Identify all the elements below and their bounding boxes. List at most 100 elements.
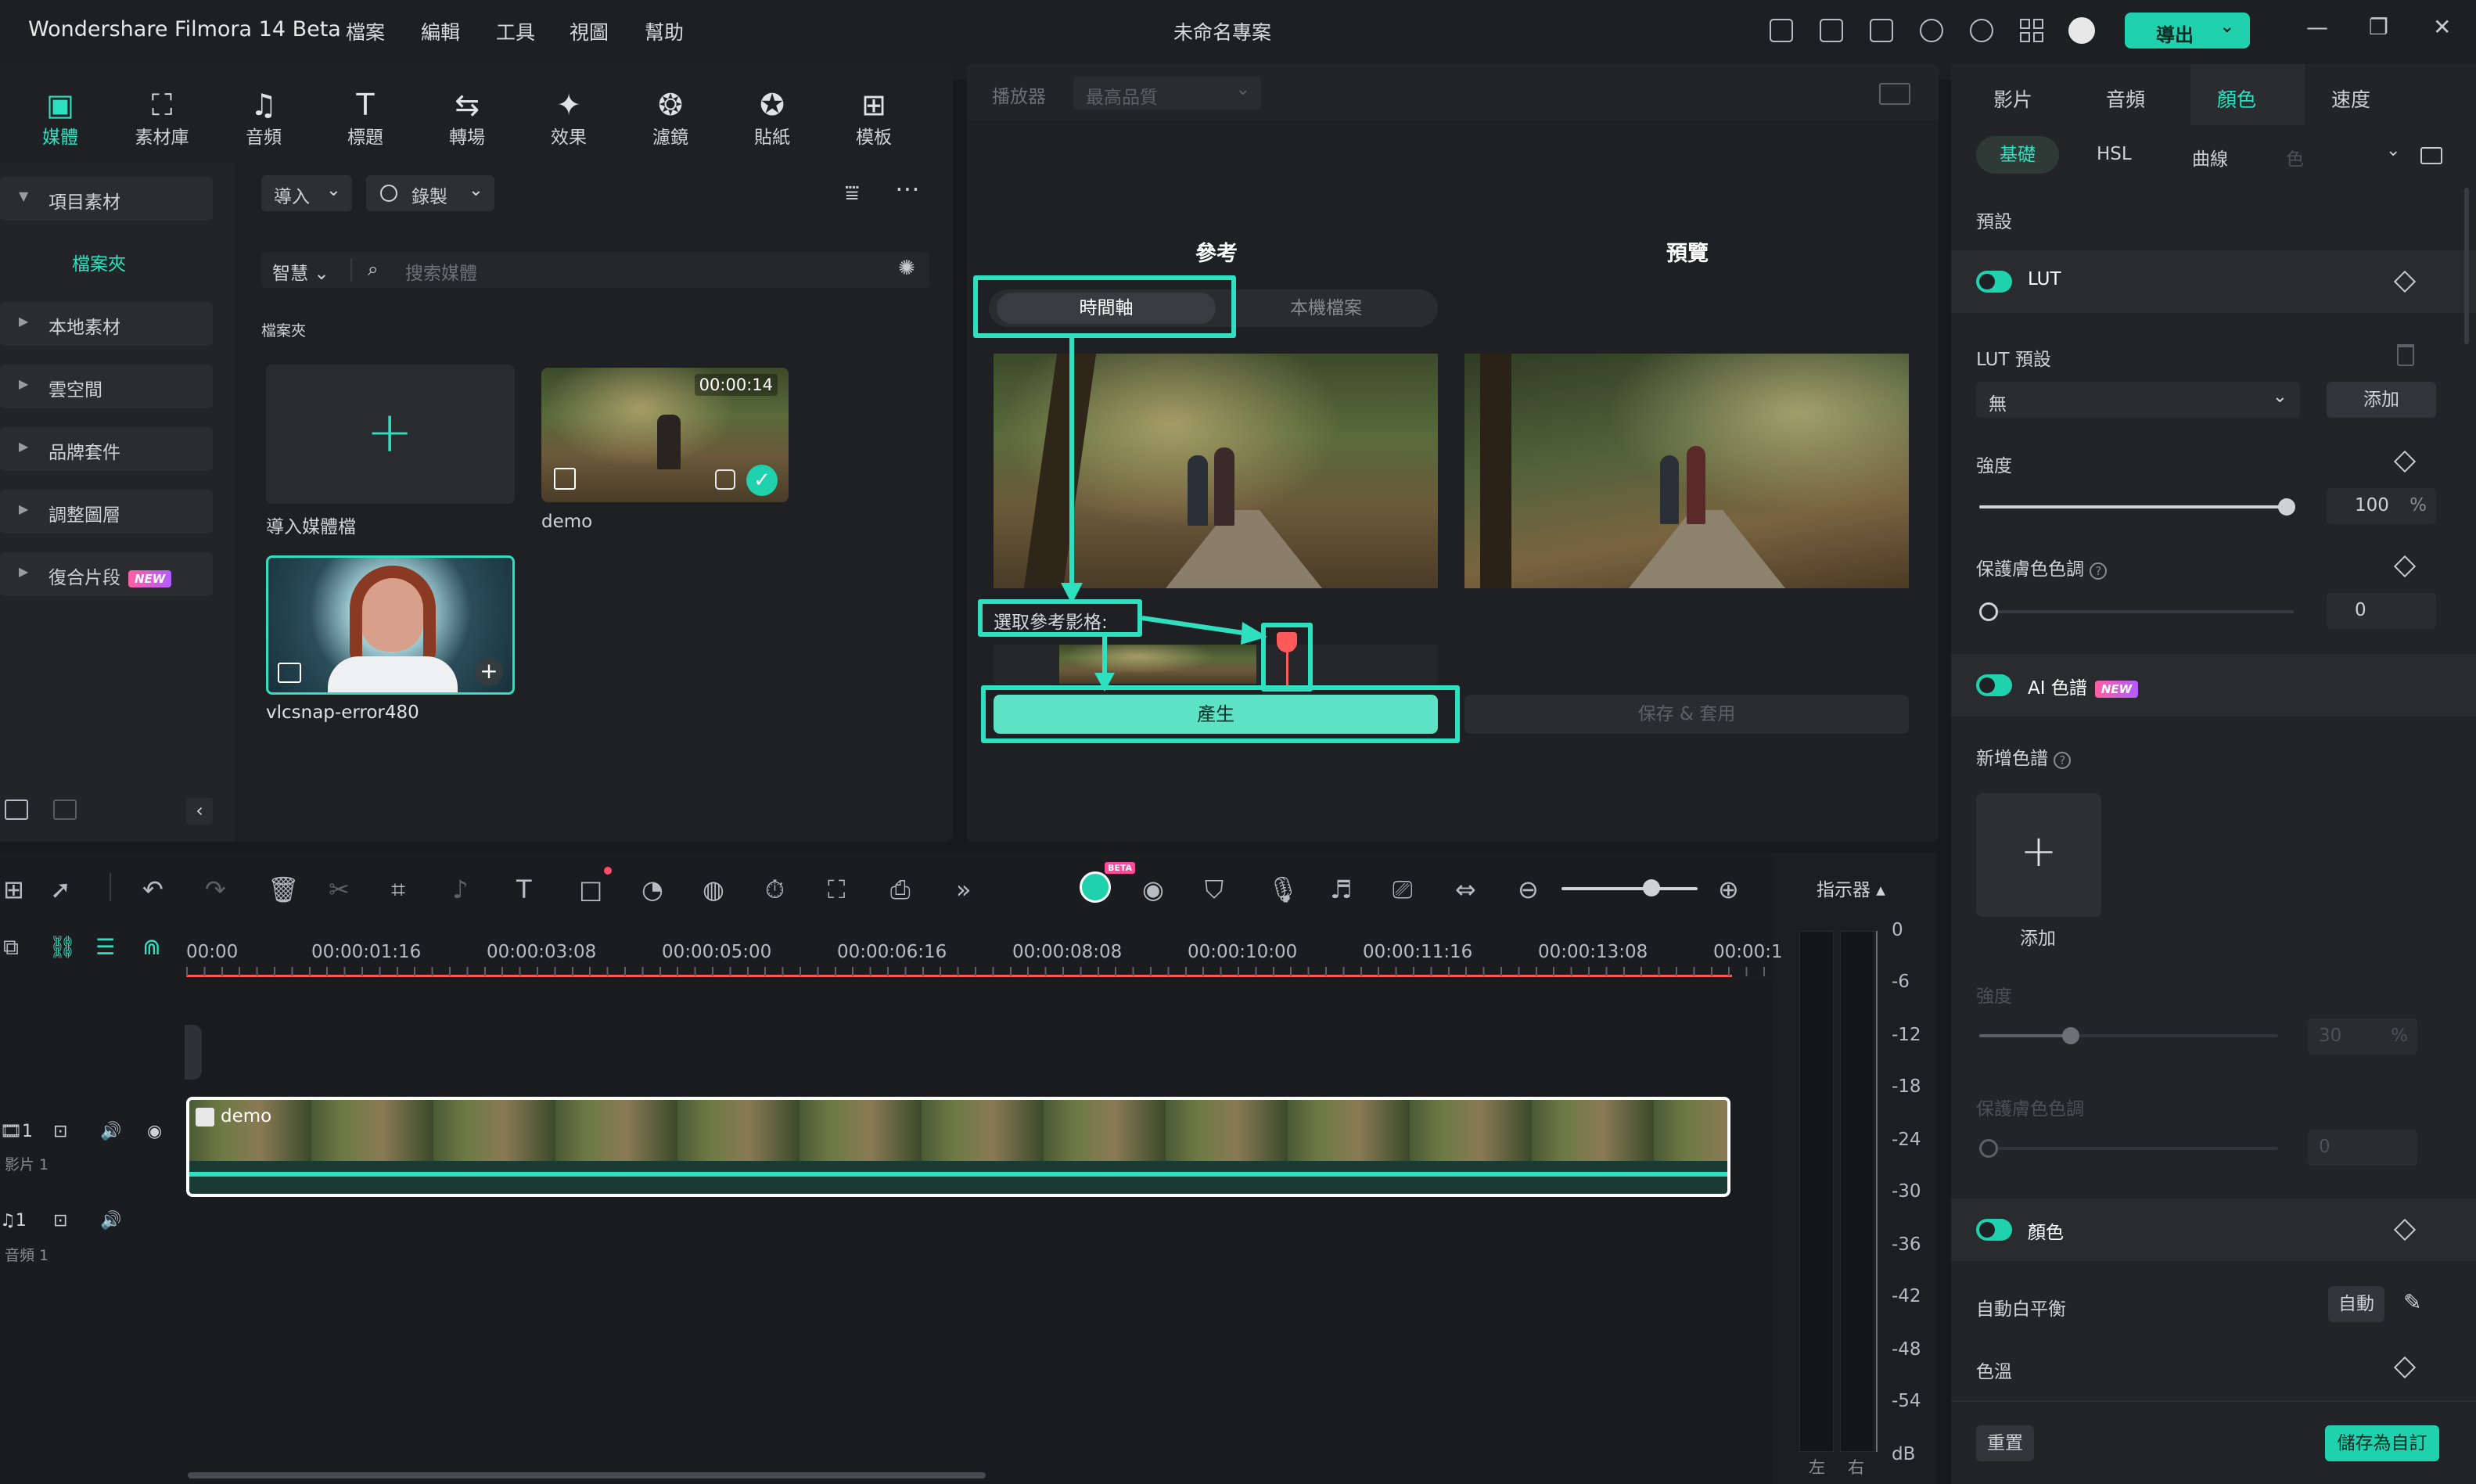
import-button[interactable]: 導入 ⌄: [261, 175, 352, 211]
select-pointer-icon[interactable]: ➚: [50, 875, 71, 904]
menu-edit[interactable]: 編輯: [421, 17, 460, 45]
player-layout-icon[interactable]: [1879, 83, 1910, 105]
reset-button[interactable]: 重置: [1976, 1425, 2034, 1461]
video-clip-demo[interactable]: demo: [186, 1097, 1730, 1197]
meter-title-dropdown[interactable]: 指示器 ▴: [1817, 875, 1885, 901]
speech-to-text-icon[interactable]: ⎙: [890, 875, 911, 905]
avatar[interactable]: [2068, 17, 2095, 44]
layout-icon[interactable]: [1820, 19, 1843, 42]
smart-filter-dropdown[interactable]: 智慧 ⌄: [272, 258, 329, 285]
save-apply-button[interactable]: 保存 & 套用: [1464, 695, 1909, 734]
subtab-basic[interactable]: 基礎: [1976, 136, 2059, 174]
tab-color[interactable]: 顏色: [2217, 84, 2256, 113]
sidebar-folder[interactable]: 檔案夾: [72, 249, 126, 275]
track-manager-icon[interactable]: ☰: [95, 934, 115, 960]
audio-detach-icon[interactable]: ♪: [452, 875, 468, 904]
ai-palette-toggle[interactable]: [1976, 674, 2012, 696]
record-button[interactable]: 錄製 ⌄: [366, 175, 494, 211]
lut-toggle[interactable]: [1976, 271, 2012, 293]
export-button[interactable]: 導出 ⌄: [2125, 13, 2250, 49]
right-panel-scrollbar[interactable]: [2464, 188, 2469, 344]
snapshot-icon[interactable]: ⎚: [1393, 875, 1413, 905]
delete-folder-icon[interactable]: [53, 799, 77, 820]
zoom-slider-knob[interactable]: [1643, 879, 1660, 897]
tool-stock[interactable]: ⛶ 素材庫: [119, 88, 205, 149]
subtab-hsl[interactable]: HSL: [2097, 144, 2132, 164]
trash-icon[interactable]: [2397, 344, 2414, 366]
split-scissors-icon[interactable]: ✂: [329, 875, 350, 904]
add-track-icon[interactable]: ⧉: [3, 934, 19, 961]
speed-icon[interactable]: ◔: [641, 875, 663, 904]
delete-icon[interactable]: 🗑: [268, 875, 300, 904]
collapse-sidebar-icon[interactable]: ‹: [186, 798, 213, 825]
menu-help[interactable]: 幫助: [645, 17, 684, 45]
tool-templates[interactable]: ⊞ 模板: [831, 88, 917, 149]
timeline-horizontal-scrollbar[interactable]: [188, 1472, 986, 1479]
media-thumb-vlcsnap[interactable]: +: [266, 555, 515, 695]
headset-icon[interactable]: [1970, 19, 1993, 42]
add-to-timeline-icon[interactable]: +: [475, 658, 503, 686]
shape-mask-icon[interactable]: □: [579, 875, 602, 904]
menu-view[interactable]: 視圖: [570, 17, 609, 45]
search-input[interactable]: 搜索媒體: [405, 258, 477, 285]
save-icon[interactable]: [1870, 19, 1893, 42]
chevron-down-icon[interactable]: ⌄: [2386, 141, 2400, 160]
new-folder-icon[interactable]: [5, 799, 28, 820]
zoom-in-icon[interactable]: ⊕: [1718, 875, 1739, 904]
lut-add-button[interactable]: 添加: [2327, 382, 2436, 418]
text-tool-icon[interactable]: T: [516, 875, 532, 904]
tool-media[interactable]: ▣ 媒體: [17, 88, 103, 149]
render-preview-icon[interactable]: ◉: [1142, 875, 1164, 904]
ai-protect-input[interactable]: 0: [2308, 1130, 2417, 1166]
quality-dropdown[interactable]: 最高品質 ⌄: [1073, 77, 1261, 110]
marker-icon[interactable]: ⛉: [1205, 875, 1224, 905]
sidebar-item-cloud[interactable]: ▶ 雲空間: [0, 365, 213, 408]
ai-protect-knob[interactable]: [1979, 1139, 1998, 1158]
undo-icon[interactable]: ↶: [142, 875, 164, 904]
lock-track-icon[interactable]: ⊡: [53, 1122, 67, 1141]
protect-skin-knob[interactable]: [1979, 602, 1998, 621]
eyedropper-icon[interactable]: ✎: [2403, 1289, 2421, 1315]
tab-audio[interactable]: 音頻: [2106, 84, 2145, 113]
tool-titles[interactable]: T 標題: [322, 88, 408, 149]
subtab-color-wheel[interactable]: 色: [2286, 144, 2304, 171]
protect-skin-input[interactable]: 0: [2327, 593, 2436, 629]
magnet-snap-icon[interactable]: ⋒: [142, 934, 160, 960]
timer-icon[interactable]: ⏱: [765, 875, 785, 905]
more-tools-icon[interactable]: »: [956, 875, 972, 904]
strength-input[interactable]: 100 %: [2327, 488, 2436, 524]
auto-reframe-icon[interactable]: ⛶: [828, 875, 845, 905]
sidebar-item-brand-kit[interactable]: ▶ 品牌套件: [0, 427, 213, 471]
lut-preset-select[interactable]: 無 ⌄: [1976, 382, 2300, 418]
color-palette-icon[interactable]: ◍: [703, 875, 724, 904]
help-icon[interactable]: ?: [2054, 752, 2072, 769]
import-media-tile[interactable]: +: [266, 365, 515, 504]
sidebar-item-adjustment-layer[interactable]: ▶ 調整圖層: [0, 490, 213, 534]
color-toggle[interactable]: [1976, 1219, 2012, 1241]
microphone-icon[interactable]: 🎙: [1267, 875, 1299, 904]
minimize-icon[interactable]: —: [2306, 14, 2328, 40]
media-thumb-demo[interactable]: 00:00:14 ✓: [541, 368, 789, 502]
tracks-area[interactable]: [186, 981, 1773, 1484]
tab-video[interactable]: 影片: [1993, 84, 2032, 113]
zoom-out-icon[interactable]: ⊖: [1518, 875, 1539, 904]
subtab-curves[interactable]: 曲線: [2192, 144, 2228, 171]
help-icon[interactable]: ?: [2090, 562, 2108, 580]
report-icon[interactable]: [1770, 19, 1793, 42]
ai-strength-input[interactable]: 30 %: [2308, 1019, 2417, 1055]
ai-copilot-icon[interactable]: [1080, 871, 1111, 903]
menu-file[interactable]: 檔案: [346, 17, 385, 45]
sidebar-item-compound-clip[interactable]: ▶ 復合片段 NEW: [0, 552, 213, 596]
lock-track-icon[interactable]: ⊡: [53, 1211, 67, 1231]
sidebar-item-local[interactable]: ▶ 本地素材: [0, 302, 213, 346]
chevron-down-icon[interactable]: ⌄: [2220, 17, 2234, 37]
tool-audio[interactable]: ♫ 音頻: [221, 88, 307, 149]
cloud-upload-icon[interactable]: [1920, 19, 1943, 42]
protect-skin-slider[interactable]: [1979, 610, 2294, 613]
link-icon[interactable]: ⛓: [49, 934, 77, 960]
layout-grid-icon[interactable]: ⊞: [3, 875, 24, 904]
grid-apps-icon[interactable]: [2020, 19, 2043, 42]
strength-slider-knob[interactable]: [2278, 498, 2295, 516]
tool-transitions[interactable]: ⇆ 轉場: [424, 88, 510, 149]
visibility-eye-icon[interactable]: ◉: [147, 1122, 162, 1141]
